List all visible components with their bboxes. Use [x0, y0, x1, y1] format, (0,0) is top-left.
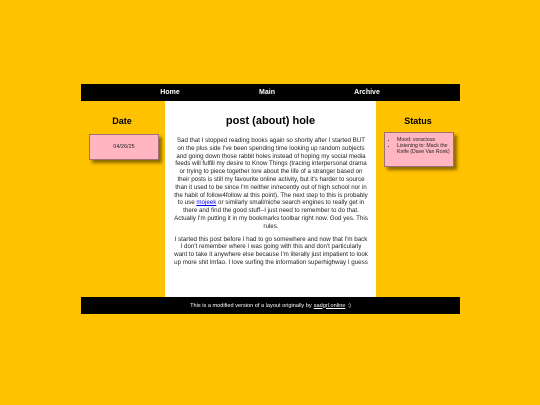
top-navbar: Home Main Archive	[81, 84, 460, 101]
status-heading: Status	[404, 116, 432, 126]
footer: This is a modified version of a layout o…	[81, 297, 460, 314]
post-title: post (about) hole	[225, 115, 316, 127]
status-listening: Listening to: Mack the Knife (Dave Van R…	[397, 143, 453, 155]
status-box: Mood: voracious Listening to: Mack the K…	[384, 132, 454, 167]
footer-credit-link[interactable]: sadgrl.online	[314, 303, 346, 309]
post-paragraph-2: I started this post before I had to go s…	[174, 235, 368, 266]
footer-text: This is a modified version of a layout o…	[190, 302, 312, 309]
status-list: Mood: voracious Listening to: Mack the K…	[385, 137, 453, 156]
date-box: 04/26/25	[89, 134, 159, 160]
date-heading: Date	[112, 116, 132, 126]
mojeek-link[interactable]: mojeek	[196, 199, 216, 206]
post-date: 04/26/25	[113, 144, 135, 150]
post-text: Sad that I stopped reading books again s…	[174, 137, 368, 207]
post-content: post (about) hole Sad that I stopped rea…	[165, 101, 376, 297]
post-body: Sad that I stopped reading books again s…	[174, 137, 368, 267]
nav-archive-link[interactable]: Archive	[354, 84, 380, 101]
footer-smiley: :)	[347, 302, 351, 309]
nav-home-link[interactable]: Home	[160, 84, 179, 101]
post-paragraph-1: Sad that I stopped reading books again s…	[174, 137, 368, 231]
nav-main-link[interactable]: Main	[259, 84, 275, 101]
page-frame: Home Main Archive Date 04/26/25 post (ab…	[81, 84, 460, 314]
